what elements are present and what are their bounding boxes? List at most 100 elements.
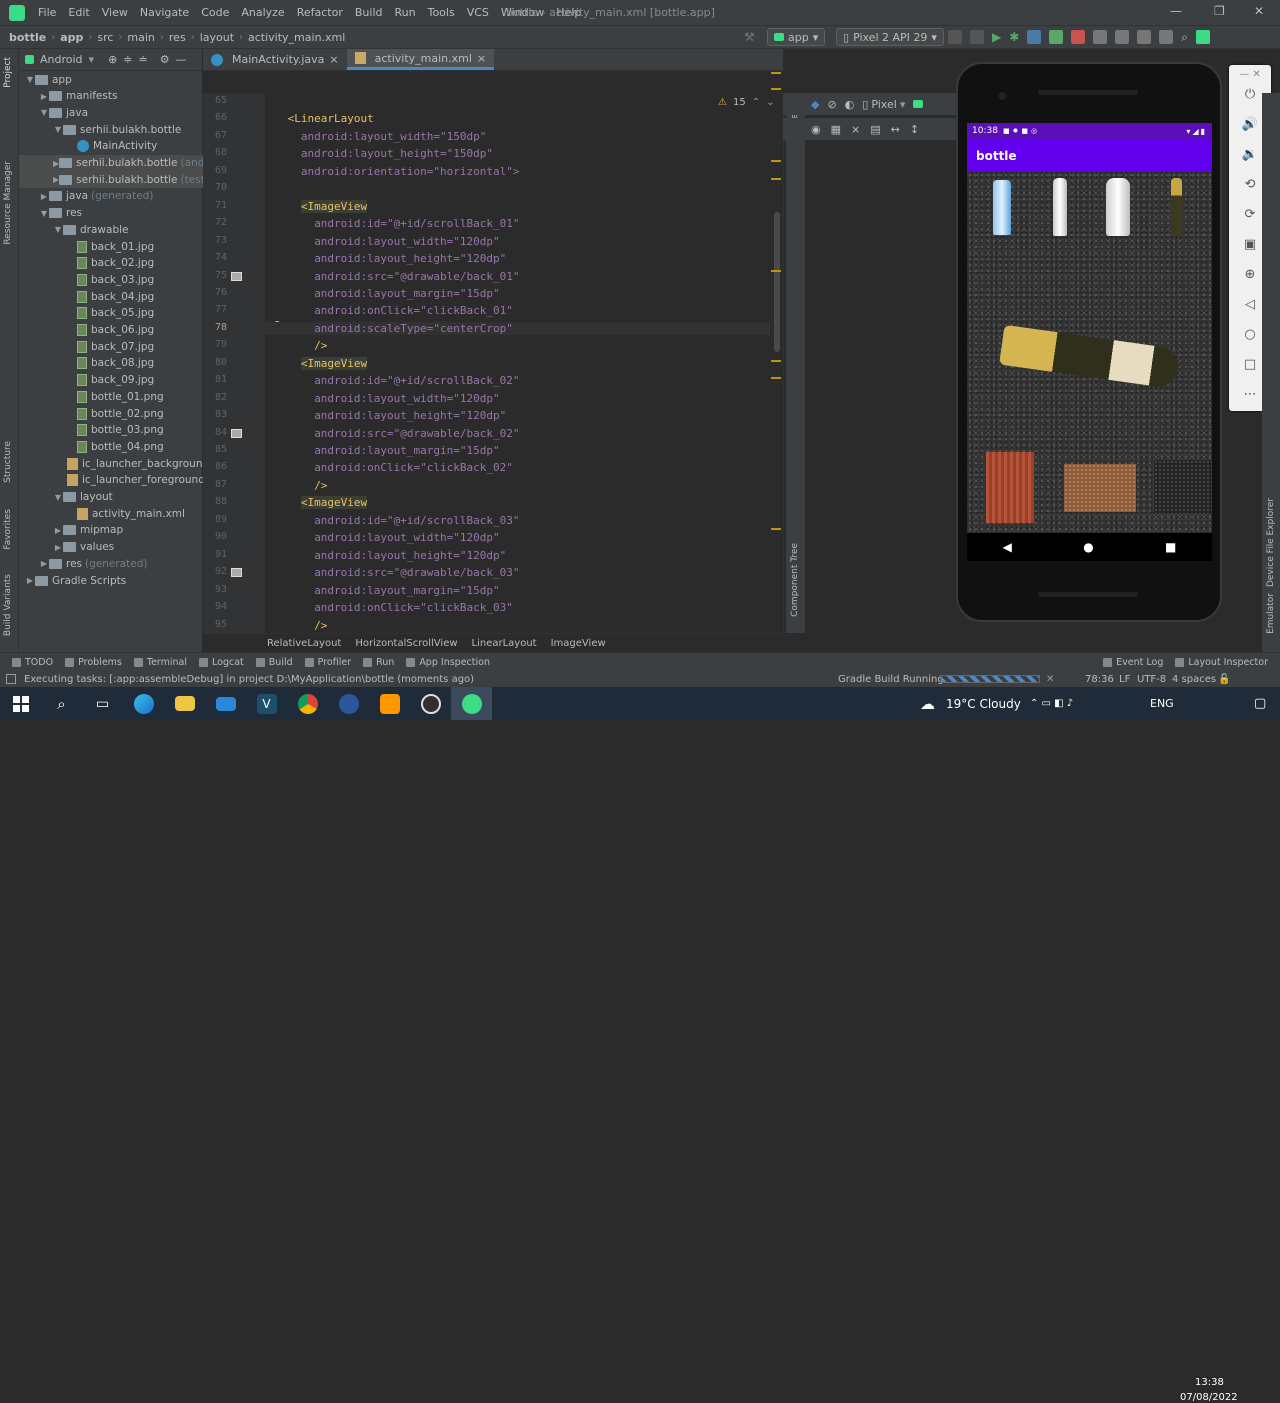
tree-item[interactable]: bottle_04.png [19,438,203,455]
device-select[interactable]: ▯ Pixel ▾ [862,98,905,111]
minimize-icon[interactable]: — ✕ [1229,69,1271,80]
menu-view[interactable]: View [96,6,134,19]
warning-marker[interactable] [771,360,781,362]
champagne-bottle-main-image[interactable] [999,324,1181,390]
chevron-down-icon[interactable]: ▼ [53,493,63,502]
tree-item[interactable]: back_05.jpg [19,305,203,322]
code-line[interactable]: /> [314,619,327,632]
sdk-manager-icon[interactable] [1137,30,1152,44]
breadcrumb-item[interactable]: src [94,31,116,44]
warning-marker[interactable] [771,178,781,180]
night-mode-icon[interactable]: ◐ [845,98,855,111]
tree-item[interactable]: ▼ java [19,104,203,121]
tree-item[interactable]: back_02.jpg [19,255,203,272]
component-tree-tab[interactable]: Component Tree [790,543,800,617]
structure-tool-tab[interactable]: Structure [3,441,13,483]
clock-time[interactable]: 13:38 [1195,1377,1224,1388]
tree-item[interactable]: ic_launcher_background [19,455,203,472]
tool-tab-app-inspection[interactable]: App Inspection [406,657,490,668]
xml-breadcrumb-item[interactable]: RelativeLayout [267,638,341,649]
favorites-tool-tab[interactable]: Favorites [3,509,13,550]
attach-debugger-icon[interactable] [1049,30,1064,44]
close-icon[interactable]: × [329,53,338,66]
obs-icon[interactable] [410,687,451,720]
tab-activity-main[interactable]: activity_main.xml × [346,49,495,70]
back-button[interactable]: ◀ [1003,540,1012,554]
indent-setting[interactable]: 4 spaces [1172,674,1216,685]
code-area[interactable]: <LinearLayout android:layout_width="150dp… [265,93,770,633]
clock-date[interactable]: 07/08/2022 [1180,1392,1238,1403]
tree-item[interactable]: back_09.jpg [19,372,203,389]
close-icon[interactable]: ✕ [1254,4,1264,18]
code-line[interactable]: android:layout_height="120dp" [314,549,506,562]
menu-build[interactable]: Build [349,6,389,19]
code-line[interactable]: android:src="@drawable/back_01" [314,270,519,283]
chevron-right-icon[interactable]: ▶ [39,559,49,568]
background-thumbnail-wood[interactable] [986,452,1034,523]
language-indicator[interactable]: ENG [1150,697,1174,710]
horizontal-arrows-icon[interactable]: ↔ [891,123,900,136]
layers-icon[interactable]: ◆ [811,98,819,111]
app-content[interactable] [967,172,1212,533]
code-line[interactable]: /> [314,479,327,492]
file-explorer-icon[interactable] [164,687,205,720]
tree-item[interactable]: back_03.jpg [19,271,203,288]
resource-manager-tool-tab[interactable]: Resource Manager [3,161,13,245]
breadcrumb-item[interactable]: main [124,31,157,44]
code-line[interactable]: android:scaleType="centerCrop" [265,321,770,335]
sync-icon[interactable] [1093,30,1108,44]
tool-tab-build[interactable]: Build [255,657,293,668]
tool-tab-layout-inspector[interactable]: Layout Inspector [1175,657,1268,668]
tray-icons[interactable]: ⌃ ▭ ◧ ♪ [1030,698,1073,709]
tool-tab-event-log[interactable]: Event Log [1103,657,1163,668]
file-encoding[interactable]: UTF-8 [1137,674,1166,685]
device-select[interactable]: ▯ Pixel 2 API 29 ▾ [836,28,944,46]
minimize-icon[interactable]: — [1170,4,1182,18]
tree-item[interactable]: back_08.jpg [19,355,203,372]
build-variants-tool-tab[interactable]: Build Variants [3,574,13,636]
tool-tab-profiler[interactable]: Profiler [304,657,351,668]
menu-file[interactable]: File [32,6,62,19]
tree-item[interactable]: ▼ serhii.bulakh.bottle [19,121,203,138]
code-line[interactable]: android:layout_width="120dp" [314,531,499,544]
tree-item[interactable]: back_01.jpg [19,238,203,255]
menu-refactor[interactable]: Refactor [291,6,349,19]
breadcrumb-item[interactable]: app [57,31,86,44]
xml-breadcrumb-item[interactable]: ImageView [551,638,606,649]
cancel-icon[interactable]: ✕ [1046,674,1054,685]
code-line[interactable]: android:layout_margin="15dp" [314,287,499,300]
vertical-arrows-icon[interactable]: ↕ [910,123,919,136]
margin-icon[interactable]: ▤ [870,123,880,136]
breadcrumb-item[interactable]: layout [197,31,237,44]
chevron-down-icon[interactable]: ▼ [39,108,49,117]
milk-bottle-image[interactable] [1106,178,1130,236]
background-thumbnail-asphalt[interactable] [1154,460,1212,514]
maximize-icon[interactable]: ❐ [1214,4,1225,18]
menu-run[interactable]: Run [389,6,422,19]
task-view-icon[interactable]: ▭ [82,687,123,720]
toggle-panels-icon[interactable] [6,674,16,684]
gradle-status[interactable]: Gradle Build Running [838,674,944,685]
warning-marker[interactable] [771,160,781,162]
chevron-down-icon[interactable]: ▼ [53,225,63,234]
notifications-icon[interactable]: ▢ [1254,696,1266,711]
gradle-icon[interactable] [1196,30,1211,44]
menu-navigate[interactable]: Navigate [134,6,195,19]
line-separator[interactable]: LF [1119,674,1130,685]
chevron-right-icon[interactable]: ▶ [53,543,63,552]
edge-icon[interactable] [123,687,164,720]
chevron-right-icon[interactable]: ▶ [53,526,63,535]
tool-tab-run[interactable]: Run [363,657,394,668]
vim-icon[interactable]: V [246,687,287,720]
image-icon[interactable] [231,428,242,438]
tree-item[interactable]: ▶ mipmap [19,522,203,539]
tab-mainactivity[interactable]: MainActivity.java × [203,49,347,70]
debug-icon[interactable]: ✱ [1009,30,1019,44]
blueprint-icon[interactable]: ⊘ [827,98,836,111]
device-file-explorer-tab[interactable]: Device File Explorer [1266,498,1276,587]
eye-icon[interactable]: ◉ [811,123,821,136]
menu-code[interactable]: Code [195,6,235,19]
hide-icon[interactable]: — [176,53,187,66]
code-line[interactable]: <ImageView [300,496,368,510]
tree-item[interactable]: ▶serhii.bulakh.bottle(androi [19,154,203,172]
